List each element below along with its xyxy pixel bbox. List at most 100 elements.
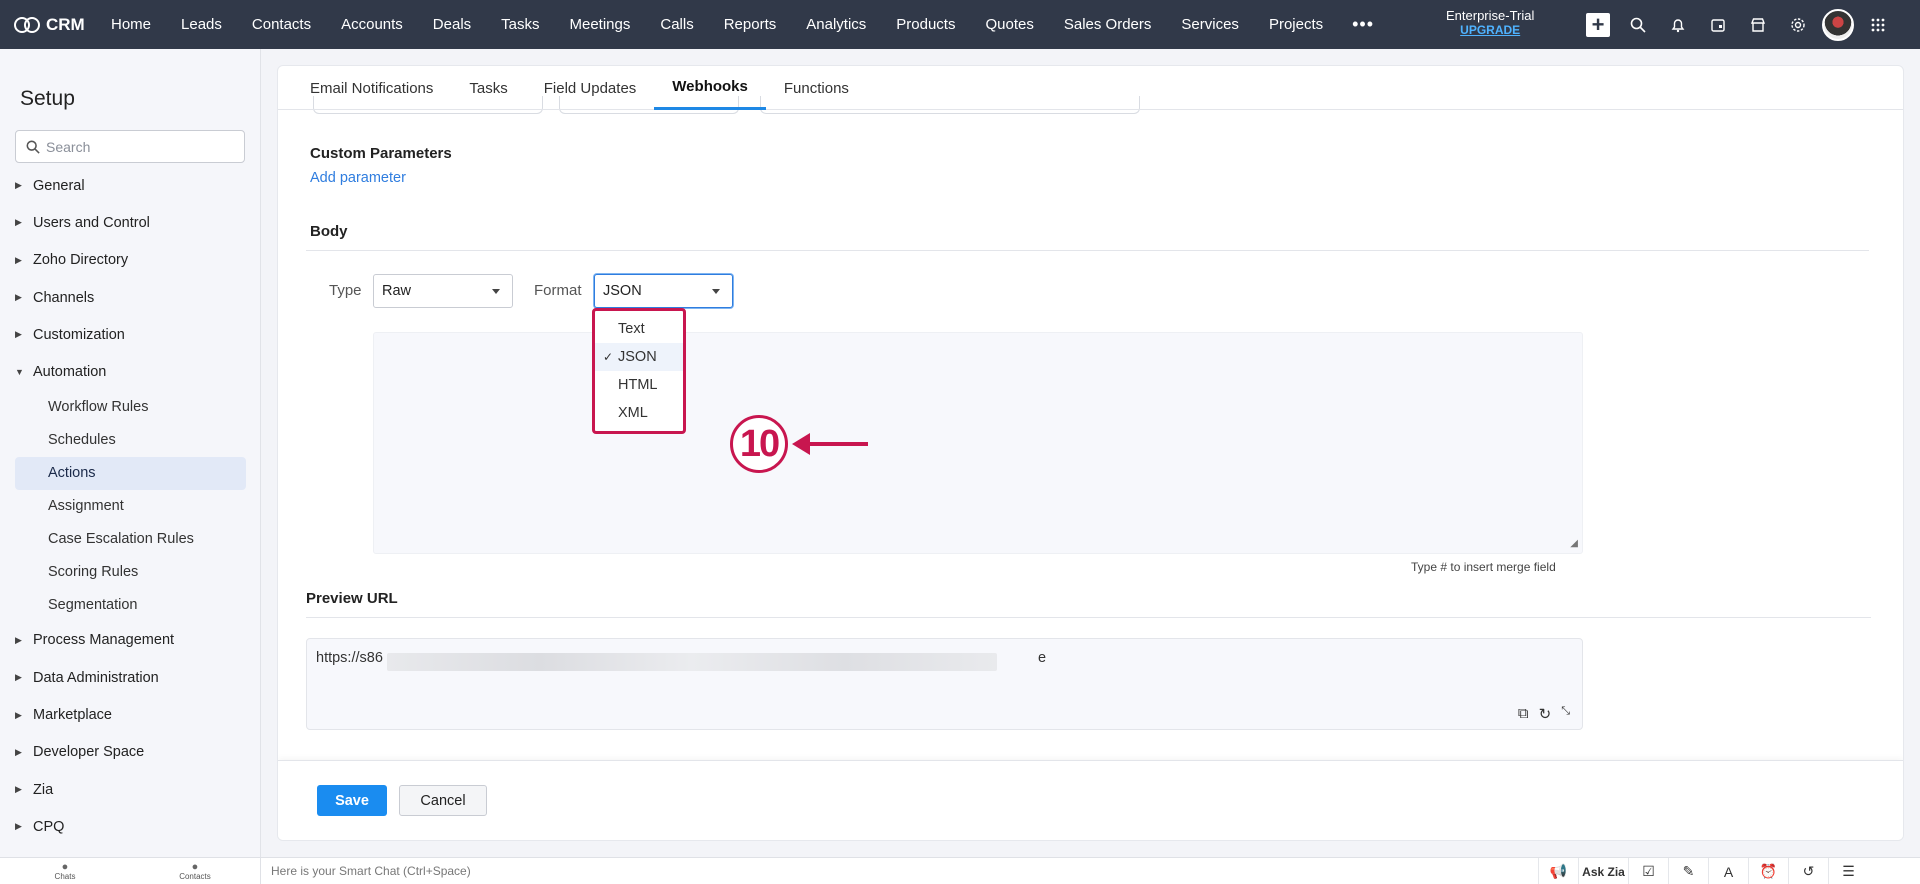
tab-webhooks[interactable]: Webhooks [654, 66, 766, 110]
nav-leads[interactable]: Leads [166, 0, 237, 49]
menu-zia[interactable]: ▶ Zia [0, 771, 261, 808]
divider [306, 617, 1871, 618]
tab-functions[interactable]: Functions [766, 66, 867, 110]
body-content-textarea[interactable]: ◢ [373, 332, 1583, 554]
gear-icon[interactable] [1778, 0, 1818, 49]
body-type-select[interactable]: Raw [373, 274, 513, 308]
chat-bubble-icon: ● [61, 860, 69, 873]
format-option-html[interactable]: HTML [595, 371, 683, 399]
menu-channels[interactable]: ▶ Channels [0, 279, 261, 316]
tab-tasks[interactable]: Tasks [451, 66, 525, 110]
caret-right-icon: ▶ [15, 784, 22, 795]
nav-accounts[interactable]: Accounts [326, 0, 418, 49]
nav-deals[interactable]: Deals [418, 0, 486, 49]
menu-customization[interactable]: ▶ Customization [0, 316, 261, 353]
create-new-button[interactable]: + [1578, 0, 1618, 49]
caret-right-icon: ▶ [15, 180, 22, 191]
translate-icon[interactable]: A [1708, 858, 1748, 884]
alarm-icon[interactable]: ⏰ [1748, 858, 1788, 884]
contacts-tab[interactable]: ● Contacts [130, 858, 260, 884]
preview-url-title: Preview URL [306, 590, 398, 607]
resize-handle-icon[interactable]: ◢ [1570, 538, 1578, 549]
menu-cpq[interactable]: ▶ CPQ [0, 808, 261, 845]
chevron-down-icon [712, 289, 720, 294]
body-format-label: Format [534, 282, 582, 299]
menu-process-management[interactable]: ▶ Process Management [0, 622, 261, 659]
refresh-icon[interactable]: ↻ [1539, 705, 1552, 723]
body-format-select[interactable]: JSON [594, 274, 733, 308]
tab-email-notifications[interactable]: Email Notifications [310, 66, 451, 110]
menu-developer-space[interactable]: ▶ Developer Space [0, 734, 261, 771]
caret-right-icon: ▶ [15, 821, 22, 832]
nav-products[interactable]: Products [881, 0, 970, 49]
nav-analytics[interactable]: Analytics [791, 0, 881, 49]
search-icon[interactable] [1618, 0, 1658, 49]
menu-data-administration[interactable]: ▶ Data Administration [0, 659, 261, 696]
form-actions: Save Cancel [278, 760, 1903, 840]
preview-url-end: e [1038, 650, 1047, 666]
marketplace-icon[interactable] [1738, 0, 1778, 49]
nav-tasks[interactable]: Tasks [486, 0, 554, 49]
preview-url-box: https://s86 e ⧉ ↻ ⤡ [306, 638, 1583, 730]
caret-right-icon: ▶ [15, 329, 22, 340]
app-name: CRM [46, 14, 85, 34]
submenu-scoring-rules[interactable]: Scoring Rules [0, 556, 261, 589]
menu-zoho-directory[interactable]: ▶ Zoho Directory [0, 242, 261, 279]
setup-search-input[interactable]: Search [15, 130, 245, 163]
contacts-label: Contacts [179, 871, 211, 881]
chats-tab[interactable]: ● Chats [0, 858, 130, 884]
menu-users-and-control[interactable]: ▶ Users and Control [0, 204, 261, 241]
collapse-icon[interactable]: ⤡ [1561, 705, 1570, 723]
nav-quotes[interactable]: Quotes [970, 0, 1048, 49]
bell-icon[interactable] [1658, 0, 1698, 49]
format-option-json[interactable]: ✓ JSON [595, 343, 683, 371]
caret-right-icon: ▶ [15, 709, 22, 720]
nav-meetings[interactable]: Meetings [555, 0, 646, 49]
checklist-icon[interactable]: ☑ [1628, 858, 1668, 884]
redacted-url-segment [387, 653, 997, 671]
submenu-segmentation[interactable]: Segmentation [0, 589, 261, 622]
nav-calls[interactable]: Calls [645, 0, 708, 49]
submenu-schedules[interactable]: Schedules [0, 424, 261, 457]
nav-reports[interactable]: Reports [709, 0, 792, 49]
format-option-text[interactable]: Text [595, 315, 683, 343]
smart-chat-input[interactable]: Here is your Smart Chat (Ctrl+Space) [271, 864, 471, 878]
menu-general[interactable]: ▶ General [0, 167, 261, 204]
copy-icon[interactable]: ⧉ [1518, 705, 1529, 723]
caret-right-icon: ▶ [15, 634, 22, 645]
search-placeholder: Search [46, 138, 91, 155]
format-option-xml[interactable]: XML [595, 399, 683, 427]
apps-grid-icon[interactable] [1858, 0, 1898, 49]
nav-home[interactable]: Home [96, 0, 166, 49]
plus-icon: + [1586, 12, 1610, 37]
nav-projects[interactable]: Projects [1254, 0, 1338, 49]
megaphone-icon[interactable]: 📢 [1538, 858, 1578, 884]
submenu-assignment[interactable]: Assignment [0, 490, 261, 523]
nav-contacts[interactable]: Contacts [237, 0, 326, 49]
signature-icon[interactable]: ✎ [1668, 858, 1708, 884]
user-avatar[interactable] [1818, 0, 1858, 49]
ask-zia-button[interactable]: Ask Zia [1578, 858, 1628, 884]
menu-automation[interactable]: ▼ Automation [0, 353, 261, 390]
save-button[interactable]: Save [317, 785, 387, 816]
caret-right-icon: ▶ [15, 217, 22, 228]
notes-icon[interactable]: ☰ [1828, 858, 1868, 884]
add-parameter-link[interactable]: Add parameter [310, 170, 406, 186]
step-annotation-badge: 10 [730, 415, 788, 473]
cancel-button[interactable]: Cancel [399, 785, 487, 816]
nav-services[interactable]: Services [1166, 0, 1254, 49]
nav-sales-orders[interactable]: Sales Orders [1049, 0, 1167, 49]
tab-field-updates[interactable]: Field Updates [526, 66, 655, 110]
upgrade-link[interactable]: UPGRADE [1446, 23, 1534, 38]
submenu-workflow-rules[interactable]: Workflow Rules [0, 391, 261, 424]
calendar-icon[interactable] [1698, 0, 1738, 49]
menu-label: Customization [33, 326, 125, 343]
crm-logo[interactable]: CRM [0, 15, 96, 35]
submenu-case-escalation-rules[interactable]: Case Escalation Rules [0, 523, 261, 556]
caret-right-icon: ▶ [15, 292, 22, 303]
submenu-actions[interactable]: Actions [15, 456, 246, 490]
menu-marketplace[interactable]: ▶ Marketplace [0, 696, 261, 733]
history-icon[interactable]: ↺ [1788, 858, 1828, 884]
divider [306, 250, 1869, 251]
more-modules-icon[interactable]: ••• [1338, 0, 1388, 49]
